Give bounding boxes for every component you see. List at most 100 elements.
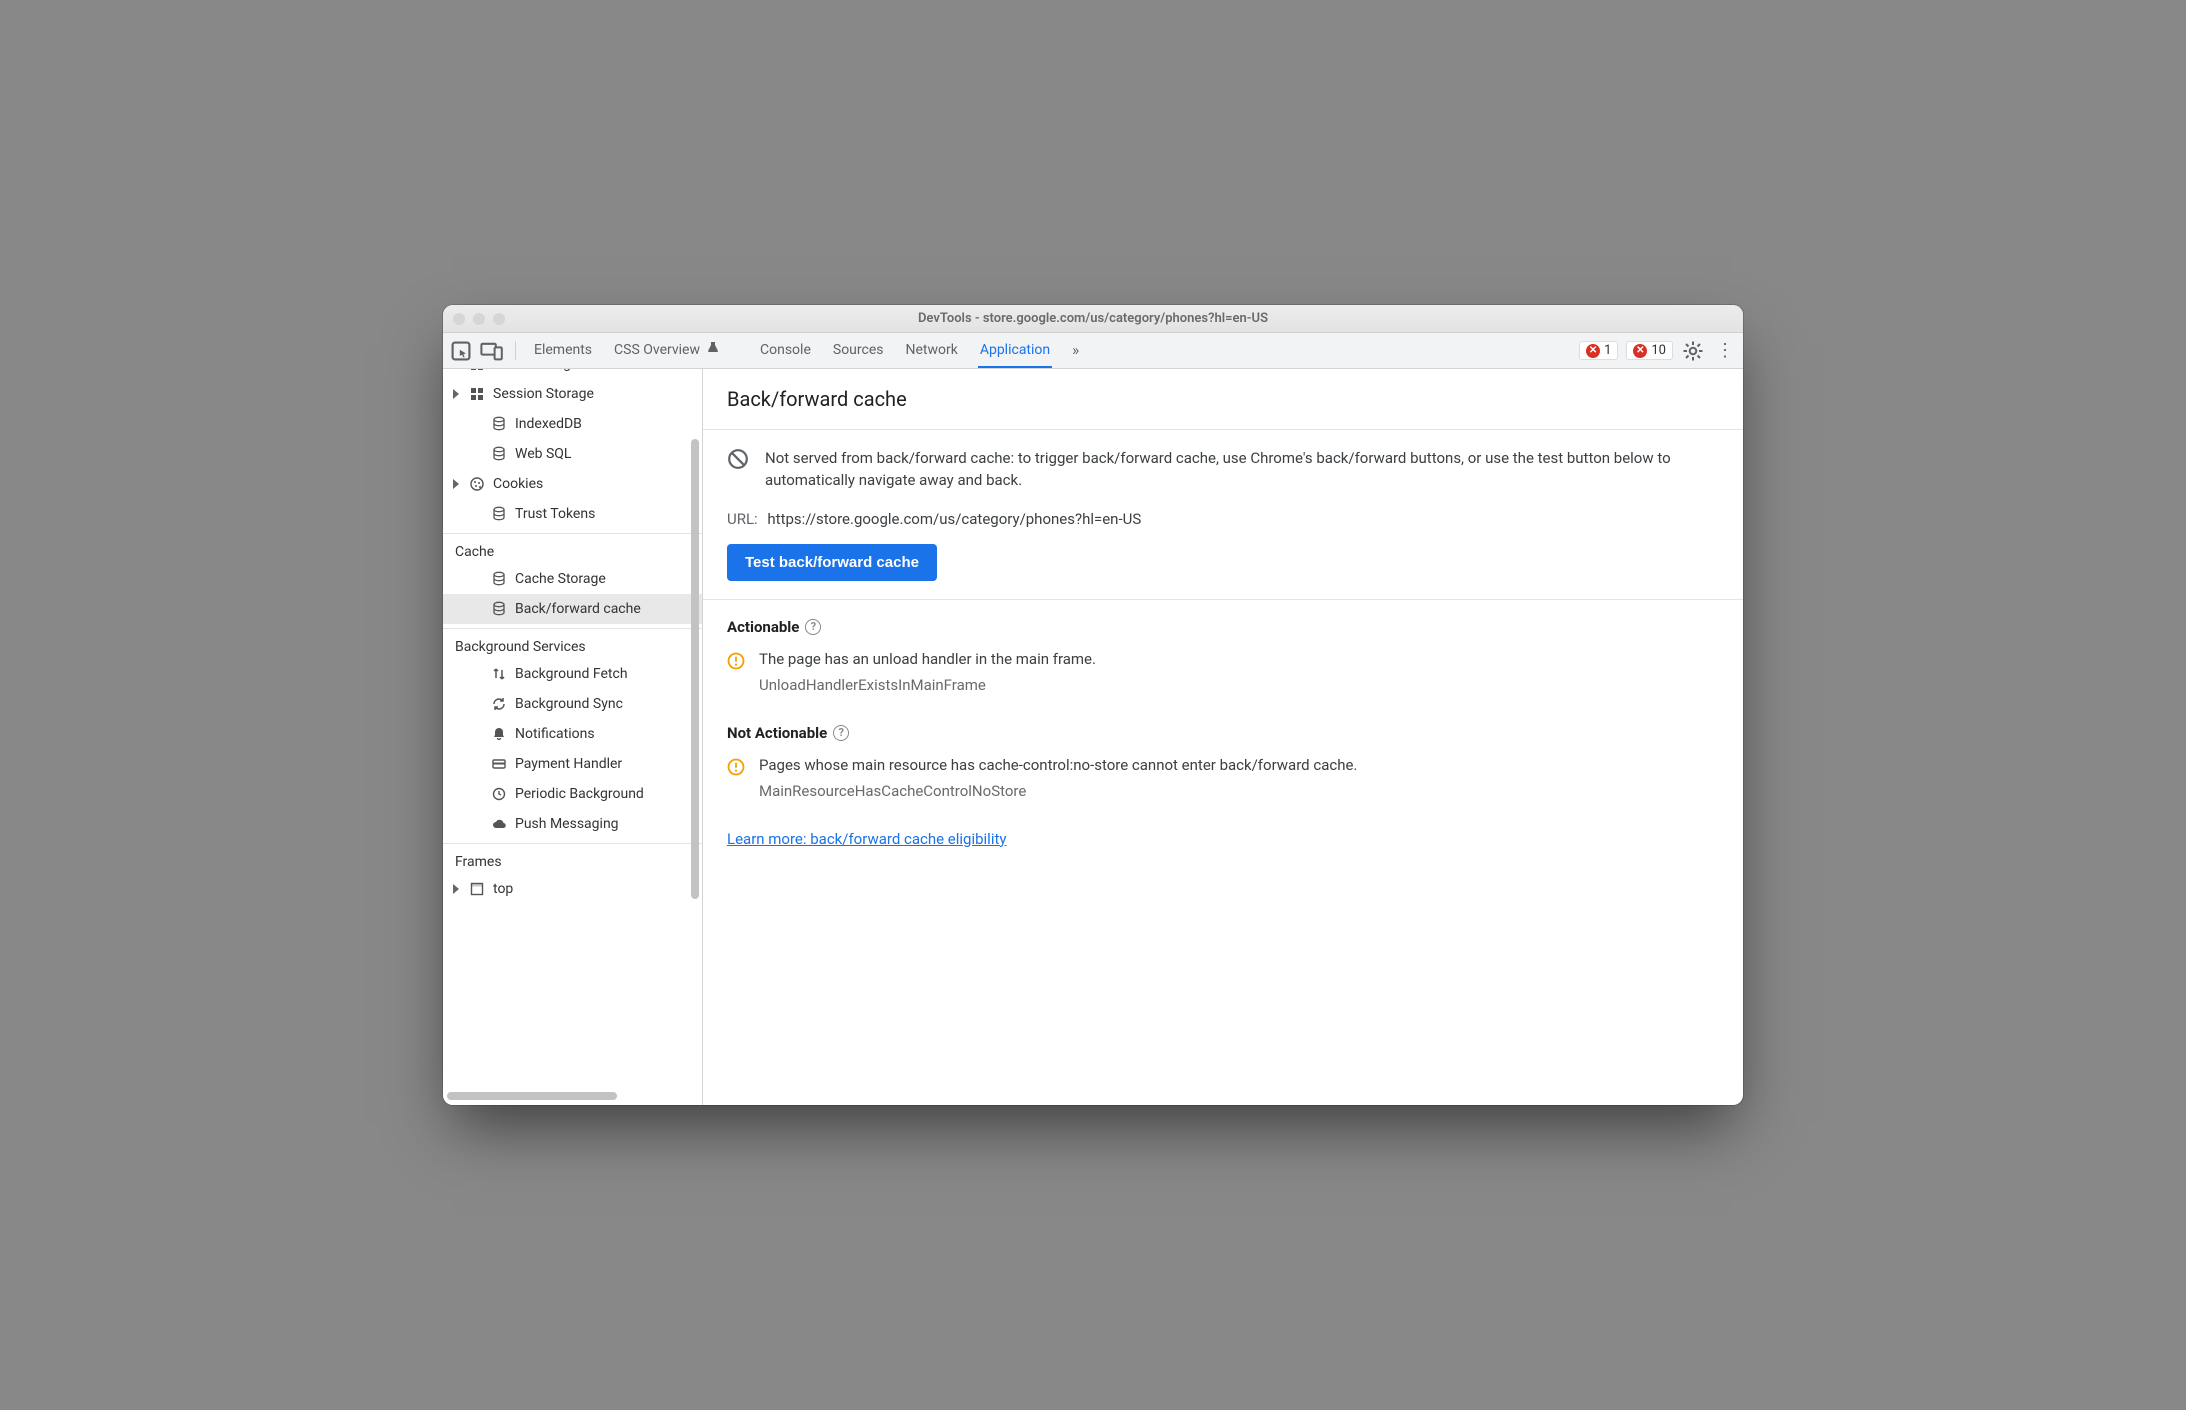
- tab-css-overview[interactable]: CSS Overview: [612, 333, 722, 368]
- sidebar-item-trust-tokens[interactable]: Trust Tokens: [443, 499, 702, 529]
- sidebar: Local Storage Session Storage IndexedDB …: [443, 369, 703, 1105]
- sync-icon: [491, 696, 507, 712]
- sidebar-item-label: Cache Storage: [515, 571, 606, 587]
- sidebar-item-label: Back/forward cache: [515, 601, 641, 617]
- frame-icon: [469, 881, 485, 897]
- sidebar-item-notifications[interactable]: Notifications: [443, 719, 702, 749]
- tabs-overflow-icon[interactable]: »: [1070, 333, 1081, 368]
- not-actionable-issue-code: MainResourceHasCacheControlNoStore: [759, 782, 1719, 800]
- sidebar-vertical-scrollbar[interactable]: [690, 379, 700, 1075]
- sidebar-item-label: top: [493, 881, 513, 897]
- sidebar-item-label: Session Storage: [493, 386, 594, 402]
- prohibit-icon: [727, 448, 749, 474]
- updown-icon: [491, 666, 507, 682]
- cookie-icon: [469, 476, 485, 492]
- sidebar-item-cache-storage[interactable]: Cache Storage: [443, 564, 702, 594]
- window-controls[interactable]: [453, 313, 505, 325]
- sidebar-item-bg-sync[interactable]: Background Sync: [443, 689, 702, 719]
- sidebar-item-label: IndexedDB: [515, 416, 582, 432]
- separator: [515, 341, 516, 360]
- warning-icon: [727, 758, 745, 776]
- actionable-issue-text: The page has an unload handler in the ma…: [759, 650, 1096, 668]
- sidebar-item-periodic-bg[interactable]: Periodic Background: [443, 779, 702, 809]
- content-pane: Back/forward cache Not served from back/…: [703, 369, 1743, 1105]
- help-icon[interactable]: ?: [833, 725, 849, 741]
- window-title: DevTools - store.google.com/us/category/…: [443, 311, 1743, 326]
- database-icon: [491, 446, 507, 462]
- expand-icon: [453, 389, 459, 399]
- error-icon: ✕: [1633, 344, 1647, 358]
- grid-icon: [469, 369, 485, 372]
- zoom-dot[interactable]: [493, 313, 505, 325]
- clock-icon: [491, 786, 507, 802]
- tab-network[interactable]: Network: [903, 333, 959, 368]
- panel-tabs: Elements CSS Overview Console Sources Ne…: [522, 333, 1081, 368]
- sidebar-item-frames-top[interactable]: top: [443, 874, 702, 904]
- url-value: https://store.google.com/us/category/pho…: [767, 510, 1141, 528]
- actionable-issue-code: UnloadHandlerExistsInMainFrame: [759, 676, 1719, 694]
- not-actionable-issue-text: Pages whose main resource has cache-cont…: [759, 756, 1357, 774]
- titlebar: DevTools - store.google.com/us/category/…: [443, 305, 1743, 333]
- grid-icon: [469, 386, 485, 402]
- devtools-window: DevTools - store.google.com/us/category/…: [443, 305, 1743, 1105]
- tab-sources[interactable]: Sources: [831, 333, 886, 368]
- sidebar-section-cache: Cache: [443, 533, 702, 564]
- device-toggle-icon[interactable]: [479, 339, 503, 363]
- tab-elements[interactable]: Elements: [532, 333, 594, 368]
- sidebar-item-websql[interactable]: Web SQL: [443, 439, 702, 469]
- url-label: URL:: [727, 510, 758, 528]
- database-icon: [491, 571, 507, 587]
- issues-box: Actionable ? The page has an unload hand…: [703, 600, 1743, 866]
- sidebar-item-label: Local Storage: [493, 369, 578, 372]
- expand-icon: [453, 884, 459, 894]
- cloud-icon: [491, 816, 507, 832]
- database-icon: [491, 601, 507, 617]
- database-icon: [491, 506, 507, 522]
- sidebar-item-push-messaging[interactable]: Push Messaging: [443, 809, 702, 839]
- sidebar-item-label: Payment Handler: [515, 756, 622, 772]
- help-icon[interactable]: ?: [805, 619, 821, 635]
- sidebar-item-label: Notifications: [515, 726, 595, 742]
- not-actionable-heading: Not Actionable ?: [727, 724, 1719, 742]
- status-text: Not served from back/forward cache: to t…: [765, 448, 1719, 492]
- errors-badge-2[interactable]: ✕ 10: [1626, 341, 1673, 360]
- error-icon: ✕: [1586, 344, 1600, 358]
- sidebar-item-label: Periodic Background: [515, 786, 644, 802]
- learn-more-link[interactable]: Learn more: back/forward cache eligibili…: [727, 830, 1007, 848]
- minimize-dot[interactable]: [473, 313, 485, 325]
- inspect-icon[interactable]: [449, 339, 473, 363]
- warning-icon: [727, 652, 745, 670]
- settings-icon[interactable]: [1681, 339, 1705, 363]
- sidebar-item-bf-cache[interactable]: Back/forward cache: [443, 594, 702, 624]
- sidebar-item-label: Background Fetch: [515, 666, 628, 682]
- test-bf-cache-button[interactable]: Test back/forward cache: [727, 544, 937, 581]
- sidebar-item-cookies[interactable]: Cookies: [443, 469, 702, 499]
- tab-console[interactable]: Console: [758, 333, 813, 368]
- sidebar-horizontal-scrollbar[interactable]: [447, 1091, 688, 1101]
- toolbar: Elements CSS Overview Console Sources Ne…: [443, 333, 1743, 369]
- sidebar-section-frames: Frames: [443, 843, 702, 874]
- sidebar-section-bg-services: Background Services: [443, 628, 702, 659]
- sidebar-item-bg-fetch[interactable]: Background Fetch: [443, 659, 702, 689]
- expand-icon: [453, 479, 459, 489]
- sidebar-item-payment-handler[interactable]: Payment Handler: [443, 749, 702, 779]
- sidebar-item-label: Push Messaging: [515, 816, 619, 832]
- errors-badge-1[interactable]: ✕ 1: [1579, 341, 1618, 360]
- page-title: Back/forward cache: [703, 369, 1743, 430]
- experiment-icon: [706, 341, 720, 359]
- sidebar-item-local-storage[interactable]: Local Storage: [443, 369, 702, 379]
- close-dot[interactable]: [453, 313, 465, 325]
- card-icon: [491, 756, 507, 772]
- status-box: Not served from back/forward cache: to t…: [703, 430, 1743, 600]
- sidebar-item-session-storage[interactable]: Session Storage: [443, 379, 702, 409]
- bell-icon: [491, 726, 507, 742]
- database-icon: [491, 416, 507, 432]
- main: Local Storage Session Storage IndexedDB …: [443, 369, 1743, 1105]
- tab-application[interactable]: Application: [978, 333, 1052, 368]
- sidebar-item-label: Cookies: [493, 476, 543, 492]
- more-icon[interactable]: ⋮: [1713, 339, 1737, 363]
- sidebar-item-label: Web SQL: [515, 446, 571, 462]
- actionable-heading: Actionable ?: [727, 618, 1719, 636]
- sidebar-item-indexeddb[interactable]: IndexedDB: [443, 409, 702, 439]
- errors-count-2: 10: [1651, 343, 1666, 358]
